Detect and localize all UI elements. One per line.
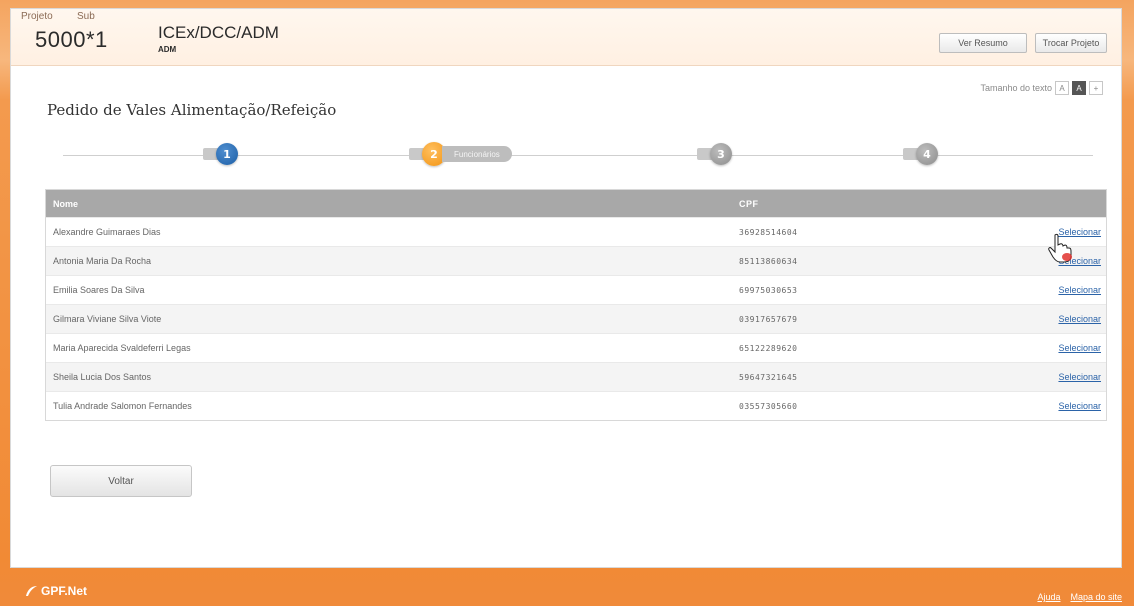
selecionar-link[interactable]: Selecionar — [1058, 401, 1101, 411]
project-code: 5000*1 — [35, 27, 108, 52]
table-row: Sheila Lucia Dos Santos 59647321645 Seleci… — [46, 362, 1106, 391]
page-title: Pedido de Vales Alimentação/Refeição — [47, 101, 337, 119]
sub-label: Sub — [77, 11, 95, 22]
cell-cpf: 65122289620 — [739, 343, 798, 353]
selecionar-link[interactable]: Selecionar — [1058, 314, 1101, 324]
table-row: Alexandre Guimaraes Dias 36928514604 Selec… — [46, 217, 1106, 246]
table-row: Antonia Maria Da Rocha 85113860634 Selecio… — [46, 246, 1106, 275]
header-nome: Nome — [53, 198, 79, 209]
step-2-label: Funcionários — [442, 146, 512, 162]
table-row: Maria Aparecida Svaldeferri Legas 6512228… — [46, 333, 1106, 362]
logo-icon — [26, 586, 37, 596]
voltar-button[interactable]: Voltar — [50, 465, 192, 497]
text-size-small-button[interactable]: A — [1055, 81, 1069, 95]
cell-action: Selecionar — [1039, 285, 1106, 295]
sub-title: ICEx/DCC/ADM — [158, 23, 279, 42]
footer-link-mapa[interactable]: Mapa do site — [1070, 592, 1122, 602]
cell-nome: Alexandre Guimaraes Dias — [53, 227, 161, 237]
step-3-circle: 3 — [710, 143, 732, 165]
text-size-label: Tamanho do texto — [980, 83, 1052, 93]
cell-cpf: 59647321645 — [739, 372, 798, 382]
sub-code: ADM — [158, 45, 177, 54]
table-row: Emilia Soares Da Silva 69975030653 Selecio… — [46, 275, 1106, 304]
cell-nome: Tulia Andrade Salomon Fernandes — [53, 401, 192, 411]
cell-action: Selecionar — [1039, 343, 1106, 353]
cell-cpf: 03557305660 — [739, 401, 798, 411]
ver-resumo-button[interactable]: Ver Resumo — [939, 33, 1027, 53]
employees-table: Nome CPF Alexandre Guimaraes Dias 3692851… — [45, 189, 1107, 421]
cell-nome: Gilmara Viviane Silva Viote — [53, 314, 162, 324]
table-row: Gilmara Viviane Silva Viote 03917657679 Se… — [46, 304, 1106, 333]
text-size-large-button[interactable]: + — [1089, 81, 1103, 95]
footer-links: Ajuda Mapa do site — [1037, 592, 1122, 602]
project-label: Projeto — [21, 11, 53, 22]
selecionar-link[interactable]: Selecionar — [1058, 343, 1101, 353]
step-1: 1 — [203, 143, 238, 165]
footer-link-ajuda[interactable]: Ajuda — [1037, 592, 1060, 602]
cell-cpf: 36928514604 — [739, 227, 798, 237]
text-size-normal-button[interactable]: A — [1072, 81, 1086, 95]
step-3: 3 — [697, 143, 732, 165]
text-size-control: Tamanho do texto A A + — [980, 81, 1103, 95]
cell-nome: Antonia Maria Da Rocha — [53, 256, 152, 266]
step-1-circle: 1 — [216, 143, 238, 165]
table-row: Tulia Andrade Salomon Fernandes 035573056… — [46, 391, 1106, 420]
selecionar-link[interactable]: Selecionar — [1058, 372, 1101, 382]
step-4-circle: 4 — [916, 143, 938, 165]
cell-cpf: 03917657679 — [739, 314, 798, 324]
hand-cursor-icon — [1048, 233, 1072, 263]
header-cpf: CPF — [739, 198, 759, 209]
project-header: Projeto Sub 5000*1 ICEx/DCC/ADM ADM Ver … — [11, 9, 1121, 66]
cell-cpf: 69975030653 — [739, 285, 798, 295]
logo-text: GPF.Net — [41, 584, 88, 598]
cell-nome: Maria Aparecida Svaldeferri Legas — [53, 343, 191, 353]
cell-action: Selecionar — [1039, 314, 1106, 324]
cell-action: Selecionar — [1039, 372, 1106, 382]
trocar-projeto-button[interactable]: Trocar Projeto — [1035, 33, 1107, 53]
cell-nome: Emilia Soares Da Silva — [53, 285, 145, 295]
selecionar-link[interactable]: Selecionar — [1058, 285, 1101, 295]
step-2: 2 Funcionários — [409, 142, 512, 166]
cell-nome: Sheila Lucia Dos Santos — [53, 372, 152, 382]
gpf-logo: GPF.Net — [24, 584, 87, 598]
main-panel: Projeto Sub 5000*1 ICEx/DCC/ADM ADM Ver … — [10, 8, 1122, 568]
table-header: Nome CPF — [46, 190, 1106, 217]
cell-cpf: 85113860634 — [739, 256, 798, 266]
cell-action: Selecionar — [1039, 401, 1106, 411]
step-4: 4 — [903, 143, 938, 165]
table-body: Alexandre Guimaraes Dias 36928514604 Selec… — [46, 217, 1106, 420]
